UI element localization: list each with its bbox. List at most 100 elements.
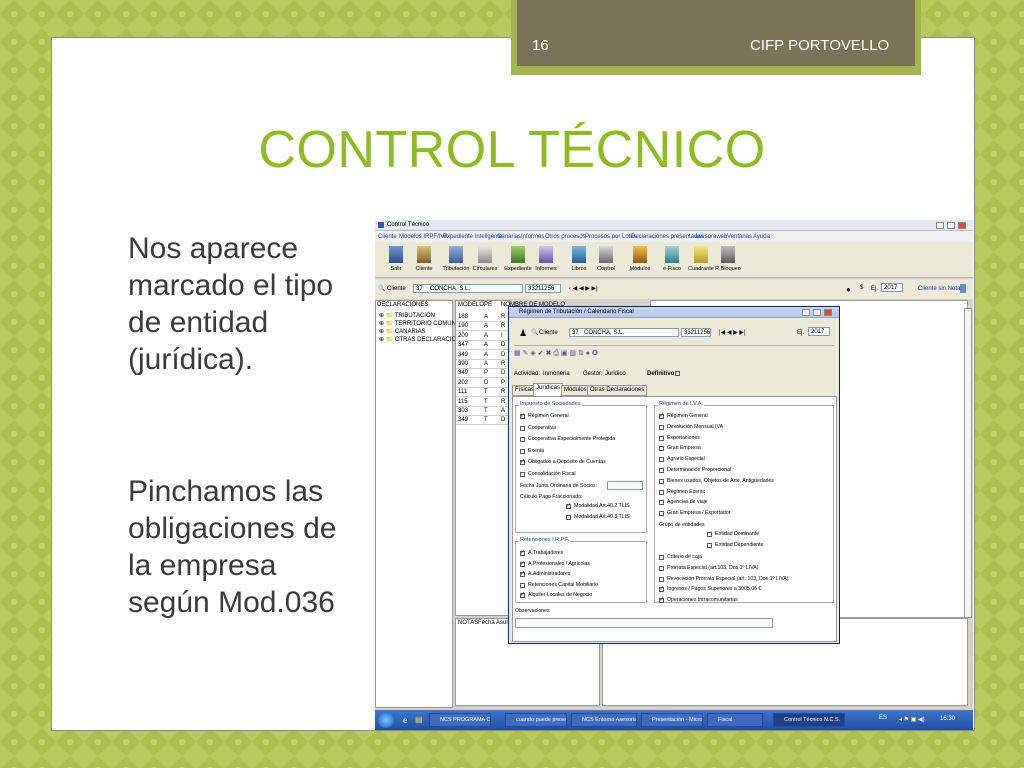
checkbox[interactable] xyxy=(707,542,712,548)
dialog-maximize-button[interactable] xyxy=(813,309,821,316)
checkbox[interactable] xyxy=(566,502,571,509)
menu-item-otros[interactable]: Otros procesos xyxy=(545,234,586,240)
task-presentacion[interactable]: Presentación - Micro... xyxy=(641,713,703,727)
checkbox[interactable] xyxy=(659,511,664,517)
menu-item-modelos[interactable]: Modelos IRPF/IVA xyxy=(399,234,448,240)
checkbox[interactable] xyxy=(659,446,664,452)
menu-item-canarias[interactable]: Canarias xyxy=(497,234,521,240)
checkbox[interactable] xyxy=(520,425,525,431)
table-row[interactable]: 349 P D xyxy=(456,369,511,379)
explorer-icon[interactable]: ▤ xyxy=(415,715,423,724)
toolbar-cliente-button[interactable]: Cliente xyxy=(413,245,435,275)
toolbar-cuadrante-button[interactable]: Cuadrante xyxy=(688,245,714,275)
checkbox[interactable] xyxy=(520,560,525,567)
dialog-toolbar-icons[interactable]: ▦ ✎ ◈ ✔ ✖ ⎙ ▣ ▥ ⇅ ● ✪ xyxy=(514,349,598,358)
observaciones-field[interactable] xyxy=(515,618,773,628)
checkbox[interactable] xyxy=(659,468,664,473)
checkbox[interactable] xyxy=(520,570,525,577)
task-cuando-puede[interactable]: cuando puede prese... xyxy=(505,713,567,727)
toolbar-modulos-button[interactable]: Módulos xyxy=(629,245,651,275)
checkbox[interactable] xyxy=(659,435,664,441)
task-ncs-programa[interactable]: NCS PROGRAMA CE... xyxy=(429,713,491,727)
language-indicator[interactable]: ES xyxy=(879,715,887,721)
tab-modulos[interactable]: Módulos xyxy=(561,385,590,396)
table-row[interactable]: 303 T A xyxy=(456,407,511,416)
checkbox[interactable] xyxy=(659,412,664,419)
toolbar-efisco-button[interactable]: e-Fisco xyxy=(661,245,683,275)
info-icon[interactable]: ● xyxy=(846,285,851,294)
table-row[interactable]: 202 D P xyxy=(456,379,511,388)
checkbox[interactable] xyxy=(659,585,664,593)
maximize-button[interactable] xyxy=(947,222,955,229)
tray-icons[interactable]: ◂ ⚑ ▣ ◀) xyxy=(899,716,925,723)
toolbar-informes-button[interactable]: Informes xyxy=(535,245,557,275)
tree-item-canarias[interactable]: ⊕ 📁 CANARIAS xyxy=(379,328,426,335)
table-row[interactable]: 200 A I xyxy=(456,332,511,341)
menu-item-declaraciones[interactable]: Declaraciones presentadas xyxy=(631,234,704,240)
table-row[interactable]: 347 A D xyxy=(456,341,511,351)
menu-item-cliente[interactable]: Cliente xyxy=(378,234,397,240)
table-row[interactable]: 111 T R xyxy=(456,388,511,398)
menu-item-ventanas[interactable]: Ventanas xyxy=(727,234,752,240)
toolbar-tributacion-button[interactable]: Tributación xyxy=(442,245,470,275)
ie-icon[interactable]: e xyxy=(403,716,407,725)
task-ncs-entorno[interactable]: NCS Entorno Asesorías xyxy=(571,713,637,727)
checkbox[interactable] xyxy=(520,582,525,588)
menu-item-ayuda[interactable]: Ayuda xyxy=(753,234,770,240)
table-row[interactable]: 190 A R xyxy=(456,322,511,332)
checkbox[interactable] xyxy=(520,471,525,477)
menu-item-expediente[interactable]: Expediente Inteligente xyxy=(443,234,502,240)
toolbar-libros-button[interactable]: Libros xyxy=(568,245,590,275)
checkbox[interactable] xyxy=(520,549,525,556)
client-nif-field[interactable]: 33211256 xyxy=(525,284,561,293)
toolbar-expediente-button[interactable]: Expediente xyxy=(504,245,532,275)
tab-otras-declaraciones[interactable]: Otras Declaraciones xyxy=(587,385,648,396)
vertical-scrollbar[interactable] xyxy=(964,308,972,618)
toolbar-rbloqueo-button[interactable]: R.Bloqueo xyxy=(715,245,741,275)
checkbox[interactable] xyxy=(520,437,525,442)
menu-item-informes[interactable]: Informes xyxy=(521,234,544,240)
checkbox[interactable] xyxy=(659,478,664,484)
toolbar-salir-button[interactable]: Salir xyxy=(385,245,407,275)
dialog-nif-field[interactable]: 33211256 xyxy=(681,328,711,337)
table-row[interactable]: 188 A R xyxy=(456,313,511,322)
dialog-minimize-button[interactable] xyxy=(802,309,810,316)
tab-juridicas[interactable]: Jurídicas xyxy=(533,383,564,396)
checkbox[interactable] xyxy=(566,515,571,520)
checkbox[interactable] xyxy=(659,596,664,604)
checkbox[interactable] xyxy=(659,500,664,506)
checkbox[interactable] xyxy=(659,555,664,560)
table-row[interactable]: 390 A R xyxy=(456,360,511,369)
toolbar-control-button[interactable]: Control xyxy=(595,245,617,275)
money-icon[interactable]: $ xyxy=(860,285,863,291)
fecha-junta-field[interactable] xyxy=(607,481,643,490)
table-row[interactable]: 349 T D xyxy=(456,416,511,426)
task-control-tecnico[interactable]: Control Técnico N.C.S. xyxy=(773,713,845,727)
dialog-nav-arrows[interactable]: |◀ ◀ ▶ ▶| xyxy=(719,329,746,336)
tree-item-territorio[interactable]: ⊕ 📁 TERRITORIO COMUN xyxy=(379,320,456,327)
menu-item-asesoraweb[interactable]: asesoraweb xyxy=(695,234,727,240)
checkbox[interactable] xyxy=(520,412,525,419)
checkbox[interactable] xyxy=(659,424,664,430)
clipboard-icon[interactable] xyxy=(960,284,966,293)
dialog-year-field[interactable]: 2017 xyxy=(808,327,830,336)
checkbox[interactable] xyxy=(659,457,664,463)
client-field[interactable]: 37 CONCHA, S.L. xyxy=(413,284,523,293)
close-button[interactable] xyxy=(958,222,966,229)
checkbox[interactable] xyxy=(520,458,525,465)
minimize-button[interactable] xyxy=(936,222,944,229)
checkbox[interactable] xyxy=(659,576,664,582)
checkbox[interactable] xyxy=(520,448,525,454)
menu-item-lotes[interactable]: Procesos por Lotes xyxy=(585,234,637,240)
toolbar-circulares-button[interactable]: Circulares xyxy=(473,245,497,275)
year-field[interactable]: 2017 xyxy=(881,283,903,292)
dialog-close-button[interactable] xyxy=(824,309,832,316)
nav-arrows[interactable]: ‹ ◀ ◀ ▶ ▶| xyxy=(569,285,598,292)
tree-item-tributacion[interactable]: ⊕ 📁 TRIBUTACION xyxy=(379,312,435,319)
start-button[interactable] xyxy=(378,712,394,728)
checkbox[interactable] xyxy=(520,591,525,598)
task-fiscal[interactable]: Fiscal xyxy=(707,713,763,727)
table-row[interactable]: 115 T R xyxy=(456,398,511,407)
table-row[interactable]: 349 A D xyxy=(456,351,511,360)
checkbox[interactable] xyxy=(659,565,664,571)
